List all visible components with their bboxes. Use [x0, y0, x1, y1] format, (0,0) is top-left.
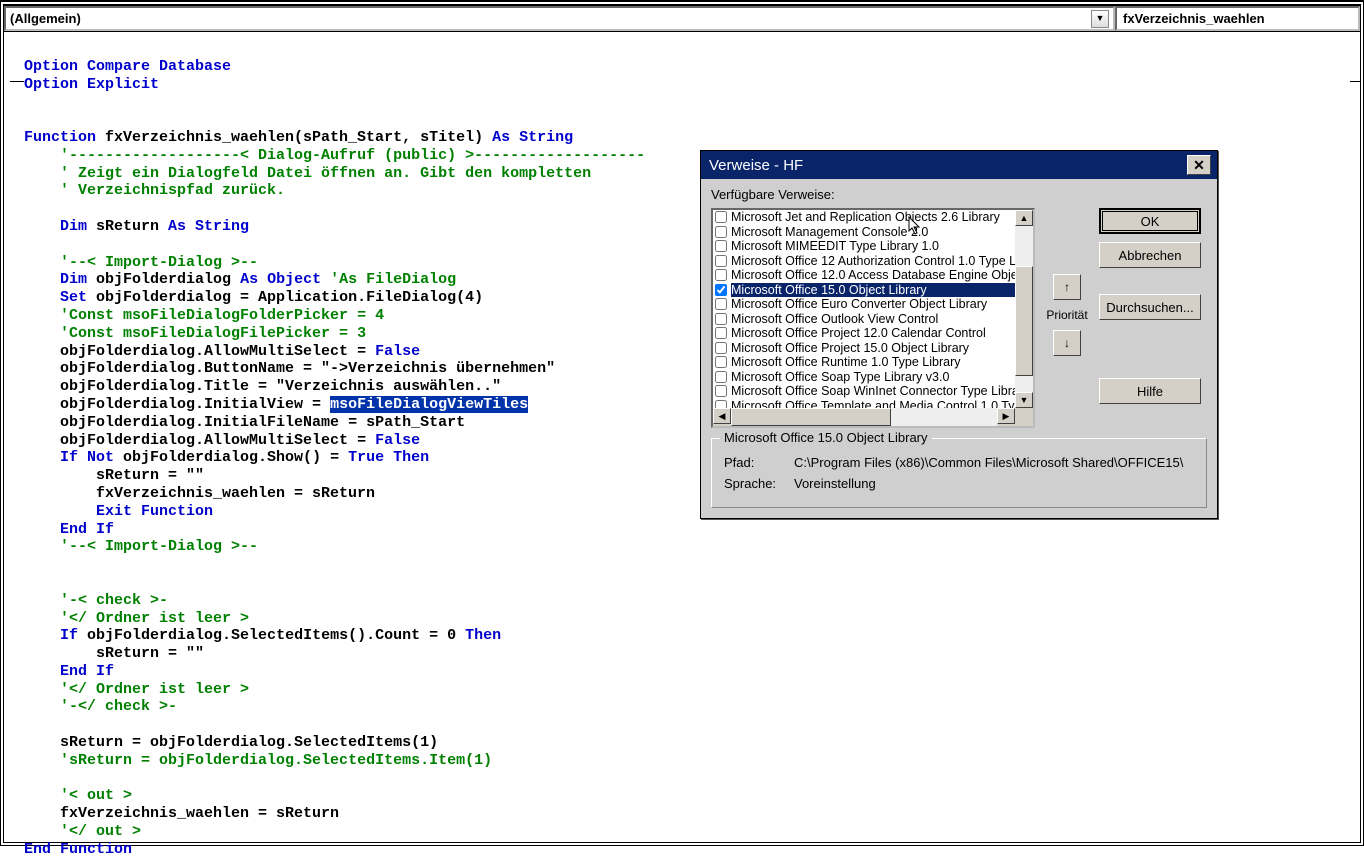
object-dropdown[interactable]: (Allgemein) ▼	[4, 6, 1115, 31]
close-icon: ✕	[1193, 157, 1205, 174]
reference-checkbox[interactable]	[715, 313, 727, 325]
priority-down-button[interactable]: ↓	[1053, 330, 1081, 356]
reference-details-group: Pfad: C:\Program Files (x86)\Common File…	[711, 438, 1207, 508]
reference-item-label: Microsoft Management Console 2.0	[731, 225, 928, 239]
reference-list-item[interactable]: Microsoft Office Project 15.0 Object Lib…	[713, 341, 1015, 356]
path-label: Pfad:	[724, 455, 794, 470]
reference-checkbox[interactable]	[715, 342, 727, 354]
hscroll-track[interactable]	[731, 408, 997, 426]
browse-button[interactable]: Durchsuchen...	[1099, 294, 1201, 320]
language-label: Sprache:	[724, 476, 794, 491]
references-dialog: Verweise - HF ✕ Verfügbare Verweise: Mic…	[700, 150, 1218, 519]
reference-checkbox[interactable]	[715, 356, 727, 368]
reference-item-label: Microsoft Jet and Replication Objects 2.…	[731, 210, 1000, 224]
procedure-dropdown[interactable]: fxVerzeichnis_waehlen	[1115, 6, 1360, 31]
reference-item-label: Microsoft Office 12.0 Access Database En…	[731, 268, 1027, 282]
reference-item-label: Microsoft Office 12 Authorization Contro…	[731, 254, 1026, 268]
reference-list-item[interactable]: Microsoft Office 12 Authorization Contro…	[713, 254, 1015, 269]
reference-list-item[interactable]: Microsoft Jet and Replication Objects 2.…	[713, 210, 1015, 225]
priority-panel: ↑ Priorität ↓	[1043, 208, 1091, 428]
reference-list-item[interactable]: Microsoft Office Project 12.0 Calendar C…	[713, 326, 1015, 341]
object-procedure-bar: (Allgemein) ▼ fxVerzeichnis_waehlen	[4, 6, 1360, 32]
scroll-right-icon[interactable]: ▶	[997, 408, 1015, 424]
reference-checkbox[interactable]	[715, 255, 727, 267]
available-references-label: Verfügbare Verweise:	[711, 187, 1207, 202]
reference-checkbox[interactable]	[715, 298, 727, 310]
reference-checkbox[interactable]	[715, 226, 727, 238]
reference-list-item[interactable]: Microsoft Office 15.0 Object Library	[713, 283, 1015, 298]
priority-up-button[interactable]: ↑	[1053, 274, 1081, 300]
language-value: Voreinstellung	[794, 476, 876, 491]
cancel-button[interactable]: Abbrechen	[1099, 242, 1201, 268]
reference-checkbox[interactable]	[715, 284, 727, 296]
reference-checkbox[interactable]	[715, 327, 727, 339]
reference-list-item[interactable]: Microsoft MIMEEDIT Type Library 1.0	[713, 239, 1015, 254]
reference-list-item[interactable]: Microsoft Office 12.0 Access Database En…	[713, 268, 1015, 283]
reference-checkbox[interactable]	[715, 211, 727, 223]
procedure-dropdown-text: fxVerzeichnis_waehlen	[1123, 11, 1265, 26]
arrow-down-icon: ↓	[1064, 336, 1070, 350]
reference-item-label: Microsoft Office Euro Converter Object L…	[731, 297, 987, 311]
dialog-body: Verfügbare Verweise: Microsoft Jet and R…	[701, 179, 1217, 518]
scroll-corner	[1015, 408, 1033, 426]
references-listbox[interactable]: Microsoft Jet and Replication Objects 2.…	[711, 208, 1035, 428]
dialog-titlebar[interactable]: Verweise - HF ✕	[701, 151, 1217, 179]
priority-label: Priorität	[1046, 308, 1087, 322]
scroll-thumb[interactable]	[1015, 266, 1033, 376]
scroll-down-icon[interactable]: ▼	[1015, 392, 1033, 408]
dialog-buttons: OK Abbrechen Durchsuchen... Hilfe	[1099, 208, 1201, 428]
reference-list-item[interactable]: Microsoft Office Outlook View Control	[713, 312, 1015, 327]
horizontal-scrollbar[interactable]: ◀ ▶	[713, 408, 1015, 426]
hscroll-thumb[interactable]	[731, 408, 891, 426]
reference-item-label: Microsoft Office 15.0 Object Library	[731, 283, 1035, 297]
reference-checkbox[interactable]	[715, 371, 727, 383]
reference-item-label: Microsoft Office Soap WinInet Connector …	[731, 384, 1023, 398]
scroll-up-icon[interactable]: ▲	[1015, 210, 1033, 226]
reference-item-label: Microsoft Office Outlook View Control	[731, 312, 938, 326]
reference-list-item[interactable]: Microsoft Office Euro Converter Object L…	[713, 297, 1015, 312]
dialog-title-text: Verweise - HF	[709, 157, 803, 174]
scroll-track[interactable]	[1015, 226, 1033, 392]
reference-list-item[interactable]: Microsoft Office Runtime 1.0 Type Librar…	[713, 355, 1015, 370]
arrow-up-icon: ↑	[1064, 280, 1070, 294]
reference-item-label: Microsoft Office Project 15.0 Object Lib…	[731, 341, 969, 355]
scroll-left-icon[interactable]: ◀	[713, 408, 731, 424]
reference-checkbox[interactable]	[715, 269, 727, 281]
ok-button[interactable]: OK	[1099, 208, 1201, 234]
reference-item-label: Microsoft Office Project 12.0 Calendar C…	[731, 326, 986, 340]
object-dropdown-text: (Allgemein)	[10, 11, 81, 26]
reference-item-label: Microsoft MIMEEDIT Type Library 1.0	[731, 239, 939, 253]
help-button[interactable]: Hilfe	[1099, 378, 1201, 404]
reference-list-item[interactable]: Microsoft Office Soap WinInet Connector …	[713, 384, 1015, 399]
reference-checkbox[interactable]	[715, 385, 727, 397]
vertical-scrollbar[interactable]: ▲ ▼	[1015, 210, 1033, 408]
path-value: C:\Program Files (x86)\Common Files\Micr…	[794, 455, 1183, 470]
reference-checkbox[interactable]	[715, 240, 727, 252]
chevron-down-icon[interactable]: ▼	[1091, 10, 1109, 28]
close-button[interactable]: ✕	[1187, 155, 1211, 175]
reference-item-label: Microsoft Office Runtime 1.0 Type Librar…	[731, 355, 961, 369]
reference-list-item[interactable]: Microsoft Management Console 2.0	[713, 225, 1015, 240]
reference-list-item[interactable]: Microsoft Office Soap Type Library v3.0	[713, 370, 1015, 385]
reference-item-label: Microsoft Office Soap Type Library v3.0	[731, 370, 949, 384]
